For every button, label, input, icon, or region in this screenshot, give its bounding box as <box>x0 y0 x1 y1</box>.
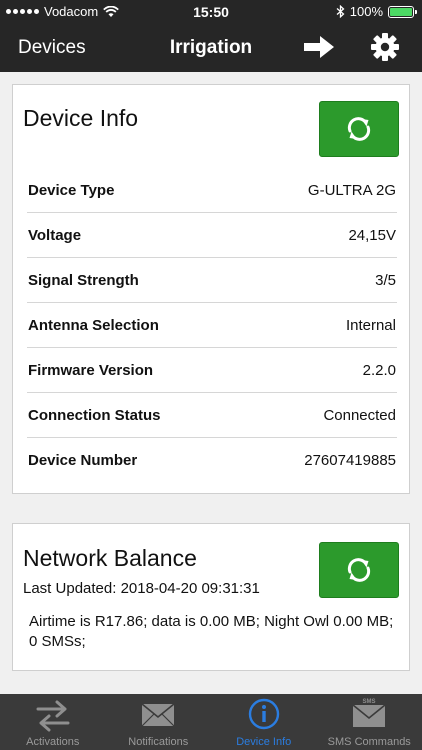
device-info-title: Device Info <box>23 105 139 131</box>
info-label: Voltage <box>28 226 82 244</box>
info-value: G-ULTRA 2G <box>307 181 396 199</box>
status-bar: Vodacom 15:50 100% <box>0 0 422 22</box>
tab-sms-commands[interactable]: SMS SMS Commands <box>317 694 422 750</box>
info-row-firmware-version: Firmware Version 2.2.0 <box>27 348 397 393</box>
tab-label: Activations <box>26 736 80 748</box>
info-row-voltage: Voltage 24,15V <box>27 213 397 258</box>
tab-notifications[interactable]: Notifications <box>106 694 212 750</box>
info-row-signal-strength: Signal Strength 3/5 <box>27 258 397 303</box>
refresh-icon <box>347 117 371 141</box>
sms-envelope-icon: SMS <box>352 699 386 727</box>
device-info-refresh-button[interactable] <box>319 101 399 157</box>
info-label: Firmware Version <box>28 361 154 379</box>
tab-bar: Activations Notifications Device Info SM… <box>0 694 422 750</box>
info-row-antenna-selection: Antenna Selection Internal <box>27 303 397 348</box>
device-info-list: Device Type G-ULTRA 2G Voltage 24,15V Si… <box>27 168 397 483</box>
device-info-card: Device Info Device Type G-ULTRA 2G Volta… <box>12 84 410 494</box>
tab-label: SMS Commands <box>327 736 411 748</box>
arrow-right-icon[interactable] <box>302 34 336 60</box>
info-label: Signal Strength <box>28 271 139 289</box>
info-circle-icon <box>248 698 279 730</box>
bluetooth-icon <box>336 5 345 18</box>
balance-details: Airtime is R17.86; data is 0.00 MB; Nigh… <box>29 613 394 650</box>
info-value: 3/5 <box>375 271 396 289</box>
tab-device-info[interactable]: Device Info <box>211 694 317 750</box>
network-balance-title: Network Balance <box>23 545 197 571</box>
info-value: Internal <box>345 316 396 334</box>
sms-badge: SMS <box>363 699 376 705</box>
info-label: Connection Status <box>28 406 161 424</box>
info-value: 27607419885 <box>304 452 396 469</box>
last-updated-text: Last Updated: 2018-04-20 09:31:31 <box>23 580 260 597</box>
info-value: Connected <box>323 406 396 424</box>
tab-label: Notifications <box>128 736 189 748</box>
devices-back-button[interactable]: Devices <box>18 37 86 59</box>
swap-arrows-icon <box>36 700 70 732</box>
info-label: Antenna Selection <box>28 316 159 334</box>
info-row-device-number: Device Number 27607419885 <box>27 438 397 483</box>
network-balance-card: Network Balance Last Updated: 2018-04-20… <box>12 523 410 671</box>
info-label: Device Number <box>28 452 138 469</box>
refresh-icon <box>347 558 371 582</box>
info-row-connection-status: Connection Status Connected <box>27 393 397 438</box>
battery-percent: 100% <box>349 4 383 19</box>
envelope-icon <box>141 703 175 727</box>
gear-icon[interactable] <box>370 32 400 62</box>
battery-icon <box>388 5 417 18</box>
status-right: 100% <box>336 4 417 19</box>
nav-bar: Devices Irrigation <box>0 22 422 72</box>
info-label: Device Type <box>28 181 115 199</box>
tab-activations[interactable]: Activations <box>0 694 106 750</box>
info-value: 2.2.0 <box>362 361 396 379</box>
network-balance-refresh-button[interactable] <box>319 542 399 598</box>
tab-label: Device Info <box>236 736 292 748</box>
info-row-device-type: Device Type G-ULTRA 2G <box>27 168 397 213</box>
info-value: 24,15V <box>348 226 396 244</box>
